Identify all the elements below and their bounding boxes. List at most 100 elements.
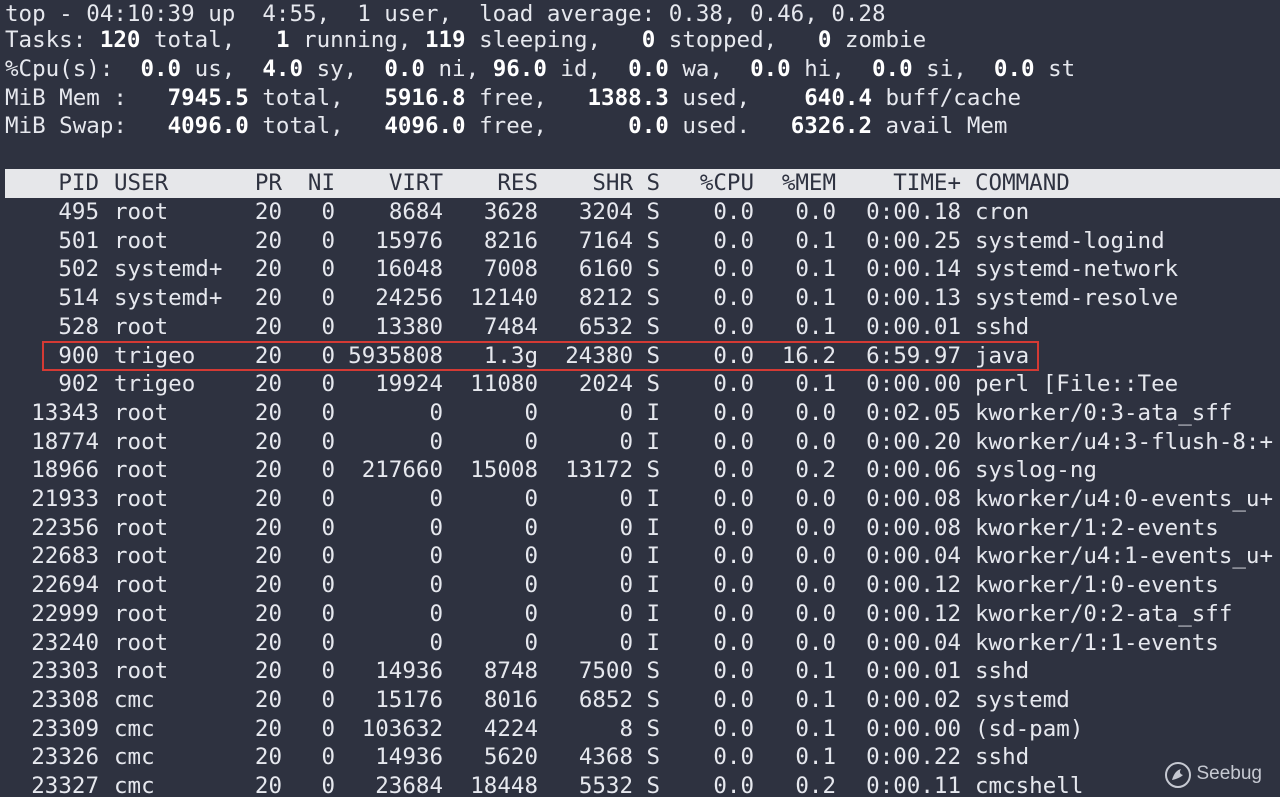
process-row[interactable]: 23308 cmc 20 0 15176 8016 6852 S 0.0 0.1 0:00.02 sy…: [5, 686, 1070, 715]
process-row[interactable]: 22694 root 20 0 0 0 0 I 0.0 0.0 0:00.12 kworker/1:0…: [5, 571, 1219, 600]
cell-virt: 0: [429, 486, 443, 512]
cell-pid: 902: [58, 371, 99, 398]
col-mem[interactable]: %MEM: [754, 169, 836, 198]
cell-user: cmc: [114, 773, 155, 797]
cell-cpu: 0.0: [713, 256, 754, 283]
cell-time: 0:00.01: [866, 658, 961, 685]
process-row[interactable]: 23309 cmc 20 0 103632 4224 8 S 0.0 0.1 0:00.00 (sd-…: [5, 715, 1083, 744]
cell-mem: 0.0: [795, 486, 836, 512]
cell-cpu: 0.0: [713, 715, 754, 742]
process-row[interactable]: 18966 root 20 0 217660 15008 13172 S 0.0 0.2 0:00.…: [5, 456, 1097, 485]
cell-pid: 23240: [31, 629, 99, 656]
cell-state: S: [646, 686, 660, 713]
cell-state: S: [646, 256, 660, 283]
process-row[interactable]: 13343 root 20 0 0 0 0 I 0.0 0.0 0:02.05 kworker/0:3…: [5, 399, 1232, 428]
process-row[interactable]: 502 systemd+ 20 0 16048 7008 6160 S 0.0 0.1 0:00.1…: [5, 255, 1178, 284]
seebug-logo-icon: [1165, 761, 1192, 788]
cell-time: 0:00.01: [866, 313, 961, 340]
col-res[interactable]: RES: [443, 169, 538, 198]
cell-virt: 217660: [361, 457, 443, 484]
cell-state: I: [646, 428, 660, 455]
process-row[interactable]: 23327 cmc 20 0 23684 18448 5532 S 0.0 0.2 0:00.11 c…: [5, 772, 1083, 797]
cpu-sy: 4.0: [262, 56, 304, 82]
cell-ni: 0: [321, 285, 335, 312]
process-row[interactable]: 23240 root 20 0 0 0 0 I 0.0 0.0 0:00.04 kworker/1:1…: [5, 629, 1219, 658]
cell-ni: 0: [321, 227, 335, 254]
cell-pid: 495: [58, 199, 99, 225]
cell-pr: 20: [254, 428, 282, 455]
cell-cpu: 0.0: [713, 342, 754, 369]
cell-user: trigeo: [114, 371, 196, 398]
cell-shr: 0: [619, 572, 633, 599]
process-row[interactable]: 22356 root 20 0 0 0 0 I 0.0 0.0 0:00.08 kworker/1:2…: [5, 514, 1219, 543]
cell-mem: 0.1: [795, 371, 836, 398]
col-ni[interactable]: NI: [282, 169, 335, 198]
cell-pr: 20: [254, 199, 282, 225]
process-row[interactable]: 495 root 20 0 8684 3628 3204 S 0.0 0.0 0:00.18 cron: [5, 198, 1029, 227]
cell-cpu: 0.0: [713, 686, 754, 713]
cell-cmd: systemd: [975, 686, 1070, 713]
cell-mem: 0.1: [795, 658, 836, 685]
cell-cmd: sshd: [975, 744, 1030, 771]
cell-shr: 24380: [565, 342, 633, 369]
process-row[interactable]: 528 root 20 0 13380 7484 6532 S 0.0 0.1 0:00.01 ssh…: [5, 313, 1029, 342]
process-row[interactable]: 21933 root 20 0 0 0 0 I 0.0 0.0 0:00.08 kworker/u4:…: [5, 485, 1273, 514]
cpu-wa: 0.0: [628, 56, 669, 82]
cell-cpu: 0.0: [713, 199, 754, 225]
col-user[interactable]: USER: [99, 169, 236, 198]
process-row[interactable]: 501 root 20 0 15976 8216 7164 S 0.0 0.1 0:00.25 sys…: [5, 227, 1164, 256]
process-row[interactable]: 22683 root 20 0 0 0 0 I 0.0 0.0 0:00.04 kworker/u4:…: [5, 542, 1273, 571]
cell-virt: 0: [429, 572, 443, 599]
col-shr[interactable]: SHR: [538, 169, 633, 198]
col-time[interactable]: TIME+: [836, 169, 961, 198]
cell-cmd: systemd-network: [975, 256, 1179, 283]
cell-cmd: kworker/u4:1-events_u+: [975, 543, 1274, 570]
cell-res: 0: [524, 514, 538, 541]
cell-ni: 0: [321, 686, 335, 713]
cell-mem: 0.1: [795, 744, 836, 771]
cell-time: 0:00.02: [866, 686, 961, 713]
cell-cpu: 0.0: [713, 773, 754, 797]
cell-res: 0: [524, 399, 538, 426]
process-row[interactable]: 22999 root 20 0 0 0 0 I 0.0 0.0 0:00.12 kworker/0:2…: [5, 600, 1232, 629]
cell-state: S: [646, 715, 660, 742]
cell-res: 0: [524, 572, 538, 599]
process-row[interactable]: 902 trigeo 20 0 19924 11080 2024 S 0.0 0.1 0:00.00…: [5, 370, 1178, 399]
cell-ni: 0: [321, 199, 335, 225]
cell-pid: 21933: [31, 486, 99, 512]
cell-cpu: 0.0: [713, 744, 754, 771]
cell-virt: 8684: [388, 199, 443, 225]
cell-pr: 20: [254, 256, 282, 283]
cell-pr: 20: [254, 514, 282, 541]
cell-res: 5620: [483, 744, 538, 771]
cpu-ni: 0.0: [384, 56, 425, 82]
process-row[interactable]: 23326 cmc 20 0 14936 5620 4368 S 0.0 0.1 0:00.22 ss…: [5, 743, 1029, 772]
tasks-running-label: running,: [303, 27, 412, 53]
cell-time: 0:00.08: [866, 486, 961, 512]
cell-cpu: 0.0: [713, 428, 754, 455]
top-terminal[interactable]: top - 04:10:39 up 4:55, 1 user, load ave…: [0, 0, 1280, 797]
swap-total: 4096.0: [167, 113, 249, 139]
column-header: PID USER PR NI VIRT RES SHR S %CPU %MEM TIME+ COMMA…: [5, 169, 1070, 198]
cell-cpu: 0.0: [713, 285, 754, 312]
cell-mem: 0.1: [795, 715, 836, 742]
col-virt[interactable]: VIRT: [335, 169, 443, 198]
cell-ni: 0: [321, 629, 335, 656]
cell-ni: 0: [321, 600, 335, 627]
cell-ni: 0: [321, 399, 335, 426]
process-row[interactable]: 514 systemd+ 20 0 24256 12140 8212 S 0.0 0.1 0:00.…: [5, 284, 1178, 313]
cell-state: I: [646, 629, 660, 656]
cell-cpu: 0.0: [713, 486, 754, 512]
process-row[interactable]: 23303 root 20 0 14936 8748 7500 S 0.0 0.1 0:00.01 s…: [5, 657, 1029, 686]
col-cpu[interactable]: %CPU: [660, 169, 754, 198]
cell-mem: 0.0: [795, 199, 836, 225]
cell-virt: 15976: [375, 227, 443, 254]
col-command[interactable]: COMMAND: [961, 169, 1070, 198]
col-s[interactable]: S: [633, 169, 660, 198]
process-row[interactable]: 900 trigeo 20 0 5935808 1.3g 24380 S 0.0 16.2 6:59…: [5, 342, 1029, 371]
tasks-stopped: 0: [641, 27, 656, 53]
col-pr[interactable]: PR: [236, 169, 282, 198]
process-row[interactable]: 18774 root 20 0 0 0 0 I 0.0 0.0 0:00.20 kworker/u4:…: [5, 428, 1273, 457]
col-pid[interactable]: PID: [5, 169, 99, 198]
cell-virt: 19924: [375, 371, 443, 398]
